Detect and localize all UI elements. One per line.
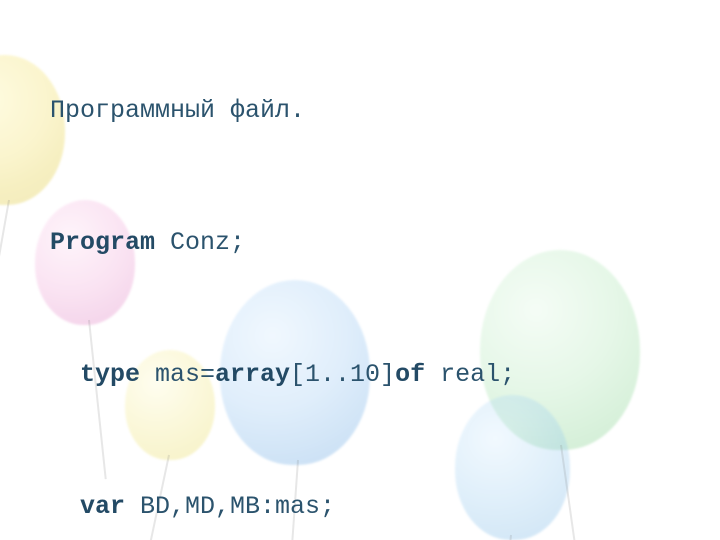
- code-text: Conz;: [155, 228, 245, 257]
- code-line-1: Program Conz;: [0, 224, 710, 261]
- keyword-var: var: [80, 492, 125, 521]
- code-line-3: var BD,MD,MB:mas;: [0, 488, 710, 525]
- keyword-program: Program: [50, 228, 155, 257]
- code-text: real;: [425, 360, 515, 389]
- code-text: mas=: [140, 360, 215, 389]
- code-line-2: type mas=array[1..10]of real;: [0, 356, 710, 393]
- keyword-type: type: [80, 360, 140, 389]
- keyword-array: array: [215, 360, 290, 389]
- code-text: [1..10]: [290, 360, 395, 389]
- slide-title: Программный файл.: [0, 92, 710, 129]
- code-text: BD,MD,MB:mas;: [125, 492, 335, 521]
- code-block: Программный файл. Program Conz; type mas…: [0, 0, 720, 540]
- keyword-of: of: [395, 360, 425, 389]
